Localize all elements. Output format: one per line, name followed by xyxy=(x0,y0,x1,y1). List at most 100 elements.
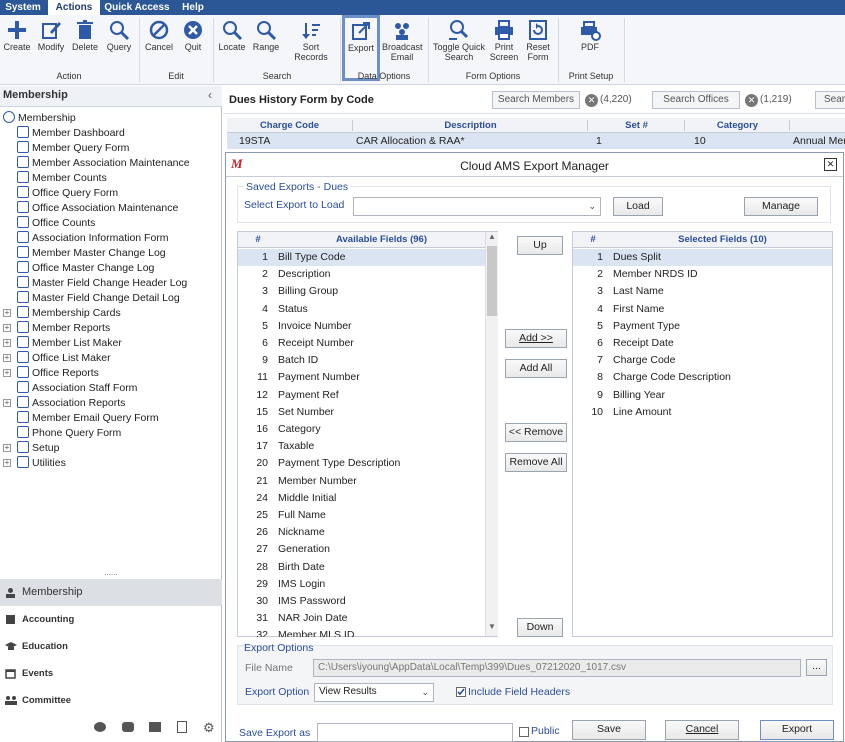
field-row[interactable]: 6 Receipt Date xyxy=(573,335,832,352)
expand-icon[interactable]: + xyxy=(3,444,11,452)
scroll-up-icon[interactable]: ▲ xyxy=(486,232,498,245)
locate-button[interactable]: Locate xyxy=(217,17,247,69)
field-row[interactable]: 5 Invoice Number xyxy=(238,318,485,335)
field-row[interactable]: 11 Payment Number xyxy=(238,369,485,386)
remove-button[interactable]: << Remove xyxy=(505,423,567,442)
sidebar-item[interactable]: Association Information Form xyxy=(17,231,169,246)
field-row[interactable]: 7 Charge Code xyxy=(573,352,832,369)
include-headers-checkbox[interactable] xyxy=(456,687,466,697)
close-icon[interactable]: ✕ xyxy=(824,158,837,171)
nav-events[interactable]: Events xyxy=(0,660,222,687)
menu-help[interactable]: Help xyxy=(174,0,212,15)
sidebar-item[interactable]: Office List Maker xyxy=(17,351,111,366)
sidebar-item[interactable]: Association Staff Form xyxy=(17,381,137,396)
field-row[interactable]: 2 Member NRDS ID xyxy=(573,266,832,283)
sidebar-item[interactable]: Phone Query Form xyxy=(17,426,121,441)
splitter-handle[interactable]: ...... xyxy=(0,569,222,578)
database-icon[interactable] xyxy=(94,722,106,732)
expand-icon[interactable]: + xyxy=(3,309,11,317)
add-all-button[interactable]: Add All xyxy=(505,359,567,378)
menu-actions[interactable]: Actions xyxy=(48,0,100,15)
sidebar-item[interactable]: Office Query Form xyxy=(17,186,118,201)
export-dialog-button[interactable]: Export xyxy=(760,720,834,740)
toggle-quick-search-button[interactable]: Toggle Quick Search xyxy=(432,17,486,69)
save-button[interactable]: Save xyxy=(572,720,646,740)
modify-button[interactable]: Modify xyxy=(35,17,67,69)
field-row[interactable]: 9 Batch ID xyxy=(238,352,485,369)
sidebar-item[interactable]: Member Email Query Form xyxy=(17,411,159,426)
field-row[interactable]: 1 Bill Type Code xyxy=(238,249,485,266)
nav-committee[interactable]: Committee xyxy=(0,687,222,714)
sidebar-item[interactable]: Master Field Change Header Log xyxy=(17,276,187,291)
manage-button[interactable]: Manage xyxy=(744,197,818,216)
cancel-dialog-button[interactable]: Cancel xyxy=(665,720,739,740)
sidebar-item[interactable]: Setup xyxy=(17,441,59,456)
field-row[interactable]: 6 Receipt Number xyxy=(238,335,485,352)
field-row[interactable]: 12 Payment Ref xyxy=(238,387,485,404)
down-button[interactable]: Down xyxy=(517,618,563,637)
sidebar-item[interactable]: Office Reports xyxy=(17,366,99,381)
col-category[interactable]: Category xyxy=(686,120,790,131)
sidebar-item[interactable]: Member List Maker xyxy=(17,336,122,351)
clear-members-icon[interactable]: ✕ xyxy=(585,94,598,107)
field-row[interactable]: 31 NAR Join Date xyxy=(238,610,485,627)
print-screen-button[interactable]: Print Screen xyxy=(488,17,520,69)
gear-icon[interactable]: ⚙ xyxy=(203,720,215,736)
search-more-button[interactable]: Sear xyxy=(815,91,845,109)
expand-icon[interactable]: + xyxy=(3,399,11,407)
sidebar-item[interactable]: Association Reports xyxy=(17,396,125,411)
field-row[interactable]: 4 Status xyxy=(238,301,485,318)
file-name-field[interactable]: C:\Users\iyoung\AppData\Local\Temp\399\D… xyxy=(313,659,801,677)
sort-records-button[interactable]: Sort Records xyxy=(285,17,337,69)
clear-offices-icon[interactable]: ✕ xyxy=(745,94,758,107)
field-row[interactable]: 20 Payment Type Description xyxy=(238,455,485,472)
field-row[interactable]: 3 Last Name xyxy=(573,283,832,300)
public-checkbox[interactable] xyxy=(519,727,529,737)
field-row[interactable]: 28 Birth Date xyxy=(238,559,485,576)
sidebar-item[interactable]: Office Association Maintenance xyxy=(17,201,178,216)
range-button[interactable]: Range xyxy=(251,17,281,69)
sidebar-item[interactable]: Member Association Maintenance xyxy=(17,156,190,171)
expand-icon[interactable]: + xyxy=(3,324,11,332)
document-icon[interactable] xyxy=(177,721,187,733)
broadcast-email-button[interactable]: Broadcast Email xyxy=(382,17,423,69)
field-row[interactable]: 17 Taxable xyxy=(238,438,485,455)
col-description[interactable]: Description xyxy=(354,120,588,131)
field-row[interactable]: 30 IMS Password xyxy=(238,593,485,610)
create-button[interactable]: Create xyxy=(2,17,32,69)
browse-button[interactable]: ... xyxy=(806,659,827,676)
sidebar-item[interactable]: Member Query Form xyxy=(17,141,129,156)
export-option-select[interactable]: View Results ⌄ xyxy=(314,683,434,702)
briefcase-icon[interactable] xyxy=(149,722,161,732)
col-charge-code[interactable]: Charge Code xyxy=(227,120,353,131)
load-button[interactable]: Load xyxy=(613,197,663,216)
field-row[interactable]: 8 Charge Code Description xyxy=(573,369,832,386)
field-row[interactable]: 4 First Name xyxy=(573,301,832,318)
field-row[interactable]: 32 Member MLS ID xyxy=(238,627,485,637)
sidebar-item[interactable]: Utilities xyxy=(17,456,66,471)
field-row[interactable]: 3 Billing Group xyxy=(238,283,485,300)
field-row[interactable]: 5 Payment Type xyxy=(573,318,832,335)
sidebar-item[interactable]: Membership Cards xyxy=(17,306,121,321)
sidebar-item[interactable]: Member Master Change Log xyxy=(17,246,166,261)
pdf-button[interactable]: PDF xyxy=(572,17,608,69)
up-button[interactable]: Up xyxy=(517,236,563,255)
sidebar-item[interactable]: Member Reports xyxy=(17,321,110,336)
field-row[interactable]: 29 IMS Login xyxy=(238,576,485,593)
field-row[interactable]: 2 Description xyxy=(238,266,485,283)
field-row[interactable]: 26 Nickname xyxy=(238,524,485,541)
select-export-dropdown[interactable]: ⌄ xyxy=(353,197,601,216)
field-row[interactable]: 24 Middle Initial xyxy=(238,490,485,507)
sidebar-item[interactable]: Office Counts xyxy=(17,216,95,231)
expand-icon[interactable]: + xyxy=(3,354,11,362)
reset-form-button[interactable]: Reset Form xyxy=(522,17,554,69)
field-row[interactable]: 25 Full Name xyxy=(238,507,485,524)
col-set[interactable]: Set # xyxy=(589,120,685,131)
add-button[interactable]: Add >> xyxy=(505,329,567,348)
expand-icon[interactable]: + xyxy=(3,459,11,467)
field-row[interactable]: 16 Category xyxy=(238,421,485,438)
field-row[interactable]: 9 Billing Year xyxy=(573,387,832,404)
remove-all-button[interactable]: Remove All xyxy=(505,453,567,472)
scroll-thumb[interactable] xyxy=(487,246,497,316)
delete-button[interactable]: Delete xyxy=(70,17,100,69)
